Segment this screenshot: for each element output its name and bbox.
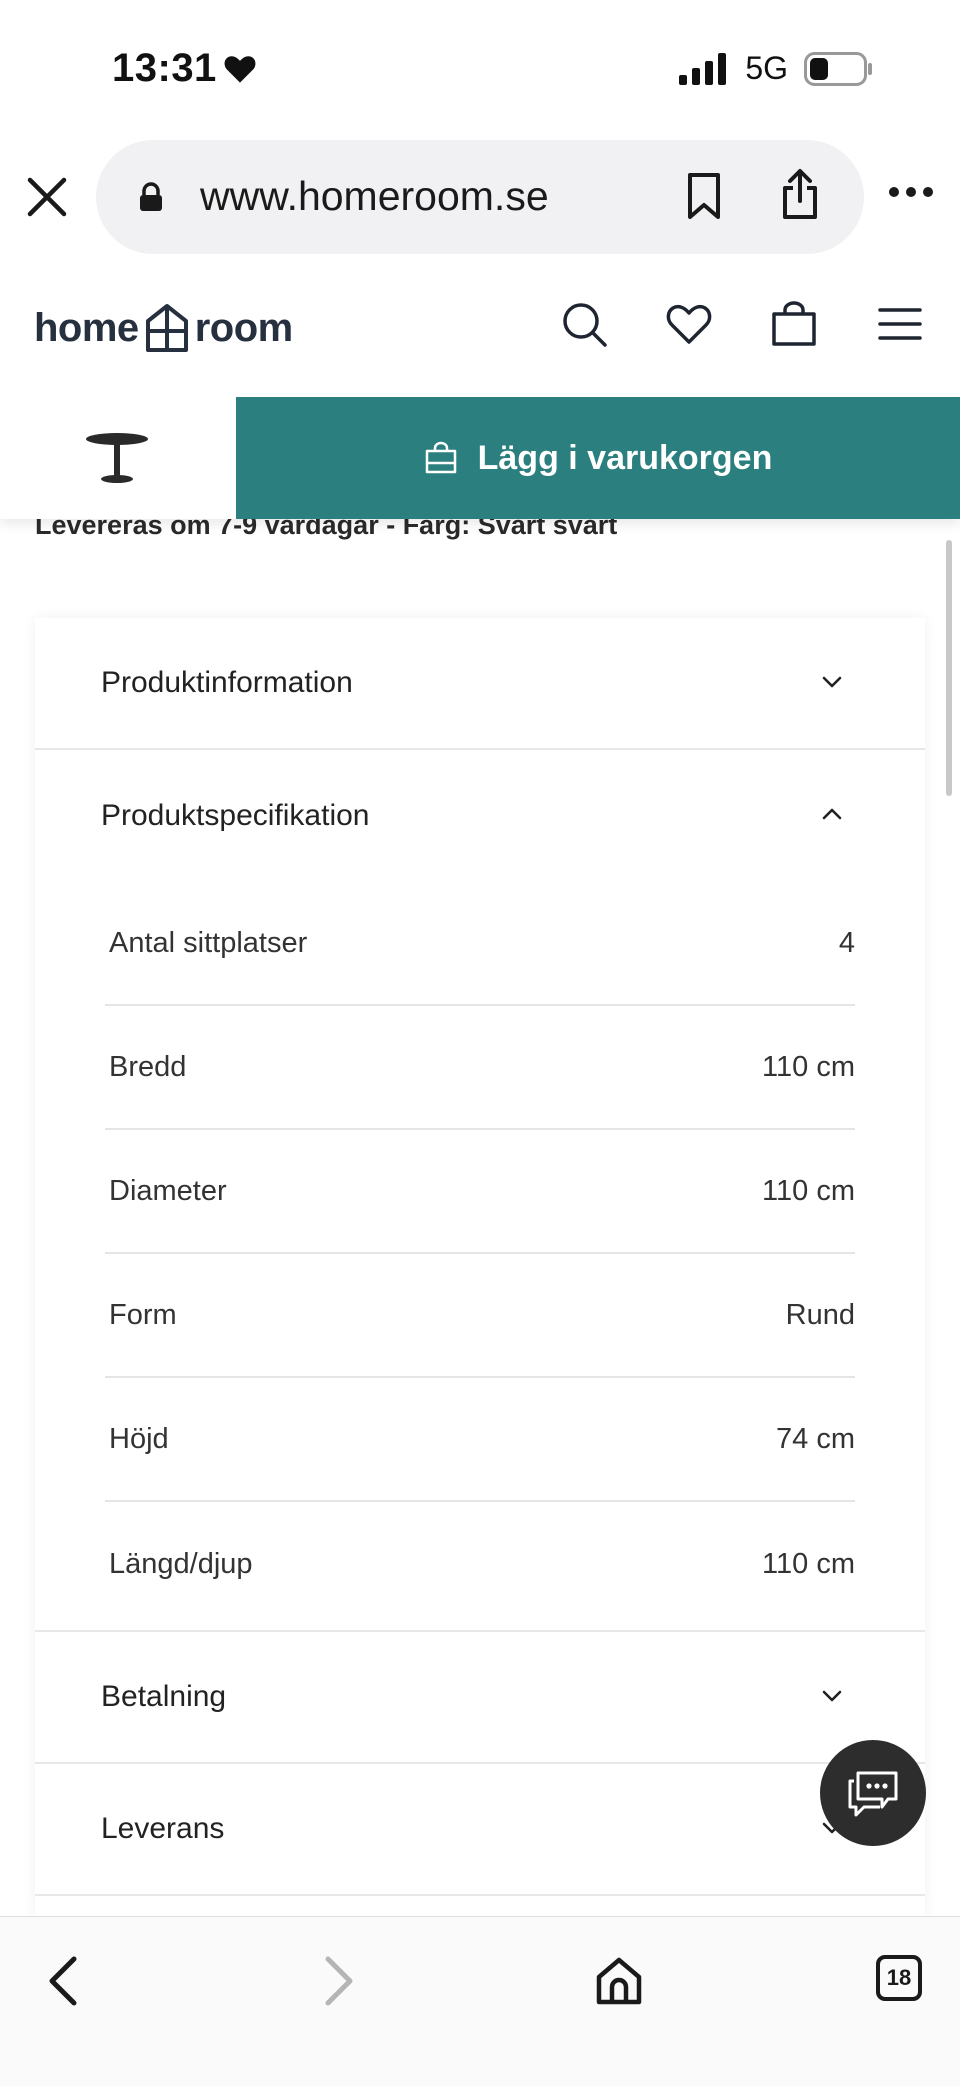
logo-text-room: room	[194, 305, 294, 350]
shopping-bag-icon	[425, 441, 456, 474]
chevron-up-icon	[822, 808, 842, 820]
chat-button[interactable]	[820, 1740, 926, 1846]
back-arrow-icon[interactable]	[40, 1955, 86, 2007]
status-indicators: 5G	[679, 50, 874, 87]
page-scrollbar[interactable]	[946, 540, 952, 796]
homeroom-logo[interactable]: home room	[34, 300, 293, 356]
status-bar: 13:31 5G	[0, 0, 960, 130]
spec-row: Längd/djup 110 cm	[105, 1502, 855, 1626]
signal-icon	[679, 52, 727, 85]
add-to-cart-button[interactable]: Lägg i varukorgen	[236, 397, 960, 519]
add-to-cart-label: Lägg i varukorgen	[477, 438, 773, 477]
spec-value: 110 cm	[762, 1547, 855, 1580]
spec-list: Antal sittplatser 4 Bredd 110 cm Diamete…	[35, 882, 925, 1630]
accordion-title: Betalning	[101, 1680, 227, 1713]
spec-value: 4	[838, 926, 855, 959]
spec-label: Längd/djup	[109, 1547, 253, 1580]
close-icon[interactable]	[26, 176, 68, 218]
tab-count: 18	[886, 1965, 912, 1990]
bookmark-icon[interactable]	[686, 172, 722, 220]
browser-bar: www.homeroom.se	[0, 130, 960, 270]
chat-bubbles-icon	[848, 1771, 898, 1817]
spec-row: Antal sittplatser 4	[105, 882, 855, 1006]
spec-label: Antal sittplatser	[109, 926, 308, 959]
network-label: 5G	[745, 50, 788, 86]
accordion-product-spec[interactable]: Produktspecifikation	[35, 750, 925, 882]
heart-status-icon	[224, 55, 256, 83]
accordion-title: Produktspecifikation	[101, 799, 370, 832]
address-bar[interactable]: www.homeroom.se	[96, 140, 864, 254]
spec-row: Diameter 110 cm	[105, 1130, 855, 1254]
wishlist-heart-icon[interactable]	[665, 300, 713, 348]
accordion-title: Produktinformation	[101, 666, 353, 699]
home-icon[interactable]	[594, 1955, 644, 2007]
spec-row: Höjd 74 cm	[105, 1378, 855, 1502]
clock-text: 13:31	[112, 46, 217, 90]
product-accordion: Produktinformation Produktspecifikation …	[35, 618, 925, 1918]
spec-row: Bredd 110 cm	[105, 1006, 855, 1130]
cart-bag-icon[interactable]	[770, 300, 818, 348]
spec-row: Form Rund	[105, 1254, 855, 1378]
product-thumbnail[interactable]	[82, 431, 152, 487]
search-icon[interactable]	[560, 300, 608, 348]
spec-value: Rund	[785, 1298, 855, 1331]
accordion-title: Leverans	[101, 1812, 225, 1845]
spec-value: 110 cm	[762, 1050, 855, 1083]
spec-value: 74 cm	[776, 1422, 855, 1455]
chevron-down-icon	[822, 1690, 842, 1702]
logo-text-home: home	[34, 305, 139, 350]
spec-label: Bredd	[109, 1050, 187, 1083]
spec-value: 110 cm	[762, 1174, 855, 1207]
share-icon[interactable]	[780, 168, 820, 220]
spec-label: Form	[109, 1298, 177, 1331]
accordion-product-spec-section: Produktspecifikation Antal sittplatser 4…	[35, 750, 925, 1632]
url-text: www.homeroom.se	[200, 173, 549, 219]
accordion-payment[interactable]: Betalning	[35, 1632, 925, 1764]
logo-house-icon	[145, 304, 188, 352]
forward-arrow-icon[interactable]	[316, 1955, 362, 2007]
spec-label: Höjd	[109, 1422, 169, 1455]
more-icon[interactable]	[888, 185, 934, 199]
browser-toolbar: 18	[0, 1916, 960, 2086]
menu-icon[interactable]	[876, 300, 924, 348]
spec-label: Diameter	[109, 1174, 227, 1207]
sticky-add-to-cart-bar: Lägg i varukorgen	[0, 397, 960, 519]
battery-icon	[804, 51, 872, 86]
accordion-delivery[interactable]: Leverans	[35, 1764, 925, 1896]
chevron-down-icon	[822, 676, 842, 688]
accordion-product-info[interactable]: Produktinformation	[35, 618, 925, 750]
lock-icon	[140, 182, 162, 211]
site-header: home room	[0, 270, 960, 398]
status-time: 13:31	[112, 46, 257, 91]
tabs-button[interactable]: 18	[876, 1955, 922, 2001]
